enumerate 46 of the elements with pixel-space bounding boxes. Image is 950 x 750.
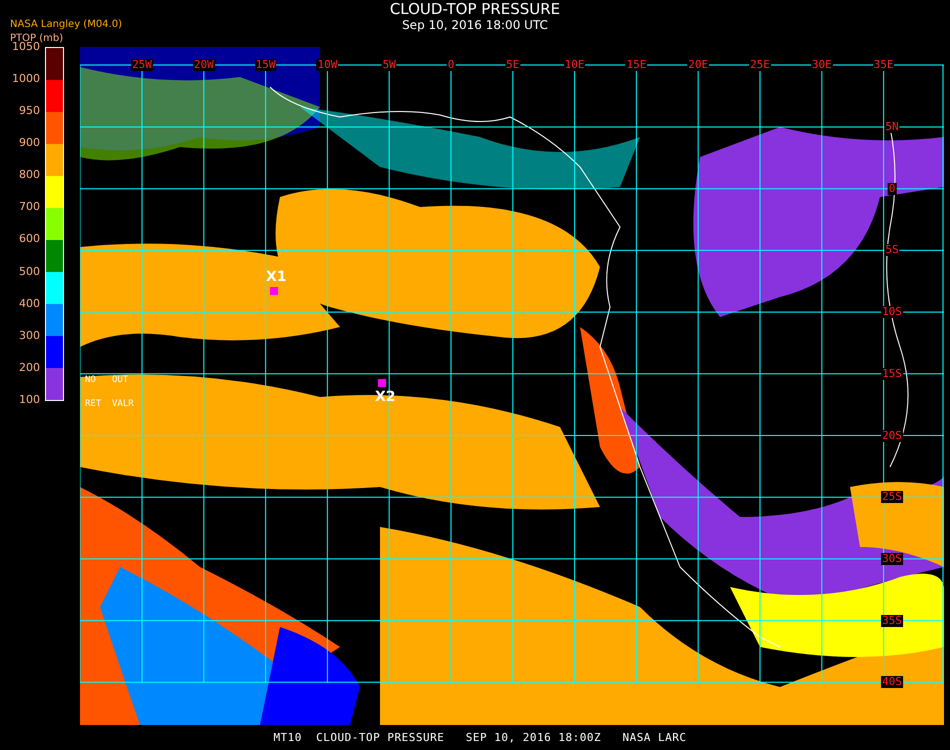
no-data-legend-label: NO (85, 375, 96, 385)
longitude-label: 20W (192, 59, 215, 71)
marker-square (270, 287, 278, 295)
latitude-label: 35S (881, 614, 903, 627)
longitude-label: 15W (254, 59, 277, 71)
no-data-legend-label: OUT (112, 375, 128, 385)
latitude-label: 10S (881, 306, 903, 318)
latitude-label: 5S (884, 244, 900, 256)
longitude-label: 25W (131, 59, 153, 71)
chart-subtitle: Sep 10, 2016 18:00 UTC (402, 18, 548, 32)
no-data-legend-label: VALR (112, 399, 134, 409)
marker-square (378, 379, 386, 387)
colorbar-label: 700 (19, 201, 40, 214)
latitude-label: 40S (881, 676, 903, 688)
longitude-label: 20E (687, 59, 710, 71)
footer-caption: MT10 CLOUD-TOP PRESSURE SEP 10, 2016 18:00Z NASA LARC (273, 731, 687, 744)
colorbar-label: 600 (19, 233, 40, 246)
colorbar-label: 900 (19, 137, 40, 150)
colorbar-label: 950 (19, 105, 40, 118)
colorbar-label: 1000 (12, 73, 40, 86)
colorbar-label: 1050 (12, 41, 40, 53)
source-label: NASA Langley (M04.0) (10, 19, 123, 30)
colorbar-label: 200 (19, 362, 40, 374)
marker-label: X1 (266, 269, 287, 285)
chart-title: CLOUD-TOP PRESSURE (390, 1, 560, 18)
latitude-label: 25S (881, 491, 903, 504)
latitude-label: 20S (881, 430, 903, 442)
longitude-label: 10W (316, 59, 338, 71)
longitude-label: 5W (382, 59, 397, 71)
longitude-label: 30E (810, 59, 833, 71)
colorbar-label: 400 (19, 298, 40, 310)
longitude-label: 5E (505, 59, 520, 71)
longitude-label: 0 (446, 59, 456, 71)
colorbar-label: 800 (19, 169, 40, 182)
longitude-label: 25E (749, 59, 771, 71)
latitude-label: 15S (881, 368, 903, 380)
no-data-legend-label: RET (85, 399, 102, 409)
colorbar-label: 500 (19, 266, 40, 278)
colorbar-label: 300 (19, 330, 40, 342)
latitude-label: 30S (881, 552, 903, 565)
latitude-label: 0 (888, 182, 896, 195)
longitude-label: 35E (872, 59, 895, 71)
latitude-label: 5N (884, 121, 900, 133)
longitude-label: 10E (564, 59, 586, 71)
longitude-label: 15E (625, 59, 648, 71)
colorbar-label: 100 (19, 394, 40, 406)
